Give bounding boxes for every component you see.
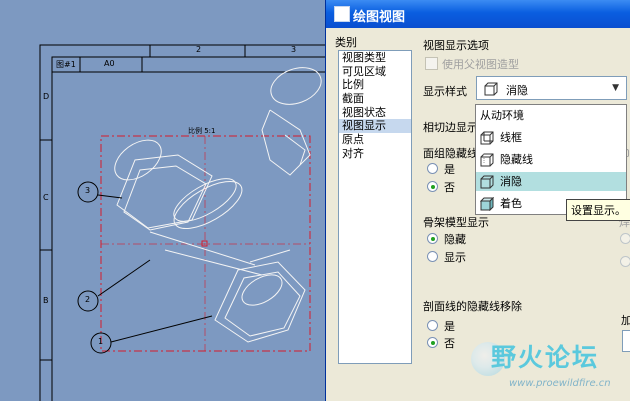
category-item-alignment[interactable]: 对齐 bbox=[339, 147, 411, 161]
dialog-title: 绘图视图 bbox=[353, 10, 406, 25]
face-hidden-no-radio[interactable] bbox=[427, 181, 438, 192]
right-clipped-radio-1[interactable] bbox=[620, 233, 630, 244]
balloon-1[interactable]: 1 bbox=[98, 337, 103, 346]
use-parent-style-checkbox[interactable] bbox=[425, 57, 438, 70]
display-style-select[interactable]: 消隐 ▼ bbox=[476, 76, 627, 100]
skeleton-display-label: 骨架模型显示 bbox=[423, 216, 489, 229]
section-yes-label: 是 bbox=[444, 320, 455, 333]
skeleton-hide-radio[interactable] bbox=[427, 233, 438, 244]
title-block-cell-1: 图#1 bbox=[56, 60, 76, 69]
view-display-options-header: 视图显示选项 bbox=[423, 39, 489, 52]
face-hidden-yes-radio[interactable] bbox=[427, 163, 438, 174]
drawing-sheet bbox=[39, 44, 330, 401]
shading-icon bbox=[480, 197, 494, 211]
category-item-visible-area[interactable]: 可见区域 bbox=[339, 65, 411, 79]
hidden-line-icon bbox=[480, 153, 494, 167]
category-item-scale[interactable]: 比例 bbox=[339, 78, 411, 92]
tooltip: 设置显示。 bbox=[566, 199, 630, 221]
balloon-2[interactable]: 2 bbox=[85, 295, 90, 304]
category-list[interactable]: 视图类型 可见区域 比例 截面 视图状态 视图显示 原点 对齐 bbox=[338, 50, 412, 364]
skeleton-show-label: 显示 bbox=[444, 251, 466, 264]
section-no-radio[interactable] bbox=[427, 337, 438, 348]
section-hidden-line-label: 剖面线的隐藏线移除 bbox=[423, 300, 522, 313]
tangent-edge-label: 相切边显示 bbox=[423, 121, 478, 134]
column-number-3: 3 bbox=[291, 45, 297, 54]
dropdown-item-follow-env[interactable]: 从动环境 bbox=[476, 106, 626, 125]
title-block-cell-2: A0 bbox=[104, 59, 115, 68]
category-item-view-type[interactable]: 视图类型 bbox=[339, 51, 411, 65]
category-item-section[interactable]: 截面 bbox=[339, 92, 411, 106]
right-clipped-radio-2[interactable] bbox=[620, 256, 630, 267]
category-item-origin[interactable]: 原点 bbox=[339, 133, 411, 147]
window-icon bbox=[334, 6, 350, 22]
dropdown-item-no-hidden[interactable]: 消隐 bbox=[476, 172, 626, 191]
column-number-2: 2 bbox=[196, 45, 202, 54]
dialog-title-bar[interactable]: 绘图视图 bbox=[326, 0, 630, 28]
category-item-view-state[interactable]: 视图状态 bbox=[339, 106, 411, 120]
face-hidden-no-label: 否 bbox=[444, 181, 455, 194]
display-style-label: 显示样式 bbox=[423, 85, 467, 98]
drawing-canvas[interactable]: 图#1 A0 2 3 D C B 比例 5:1 3 2 1 bbox=[0, 0, 330, 401]
wireframe-icon bbox=[480, 131, 494, 145]
dropdown-item-wireframe[interactable]: 线框 bbox=[476, 128, 626, 147]
row-letter-c: C bbox=[43, 193, 49, 202]
skeleton-show-radio[interactable] bbox=[427, 251, 438, 262]
skeleton-hide-label: 隐藏 bbox=[444, 233, 466, 246]
face-hidden-yes-label: 是 bbox=[444, 163, 455, 176]
watermark-title: 野火论坛 bbox=[491, 343, 600, 372]
category-item-view-display[interactable]: 视图显示 bbox=[339, 119, 411, 134]
drawing-view-dialog: 绘图视图 类别 视图类型 可见区域 比例 截面 视图状态 视图显示 原点 对齐 … bbox=[325, 0, 630, 401]
face-hidden-line-label: 面组隐藏线 bbox=[423, 147, 478, 160]
section-no-label: 否 bbox=[444, 337, 455, 350]
display-style-value: 消隐 bbox=[506, 84, 528, 97]
balloon-3[interactable]: 3 bbox=[85, 186, 90, 195]
watermark: 野火论坛 www.proewildfire.cn bbox=[471, 336, 630, 401]
hidden-style-icon bbox=[484, 82, 498, 96]
right-clipped-label-3: 加 bbox=[621, 314, 630, 327]
no-hidden-icon bbox=[480, 175, 494, 189]
row-letter-d: D bbox=[43, 92, 50, 101]
view-scale-label: 比例 5:1 bbox=[188, 127, 216, 135]
dropdown-item-hidden-line[interactable]: 隐藏线 bbox=[476, 150, 626, 169]
chevron-down-icon[interactable]: ▼ bbox=[612, 83, 619, 93]
section-yes-radio[interactable] bbox=[427, 320, 438, 331]
category-label: 类别 bbox=[335, 36, 357, 49]
use-parent-style-label: 使用父视图造型 bbox=[442, 58, 519, 71]
row-letter-b: B bbox=[43, 296, 49, 305]
watermark-url: www.proewildfire.cn bbox=[509, 378, 611, 389]
